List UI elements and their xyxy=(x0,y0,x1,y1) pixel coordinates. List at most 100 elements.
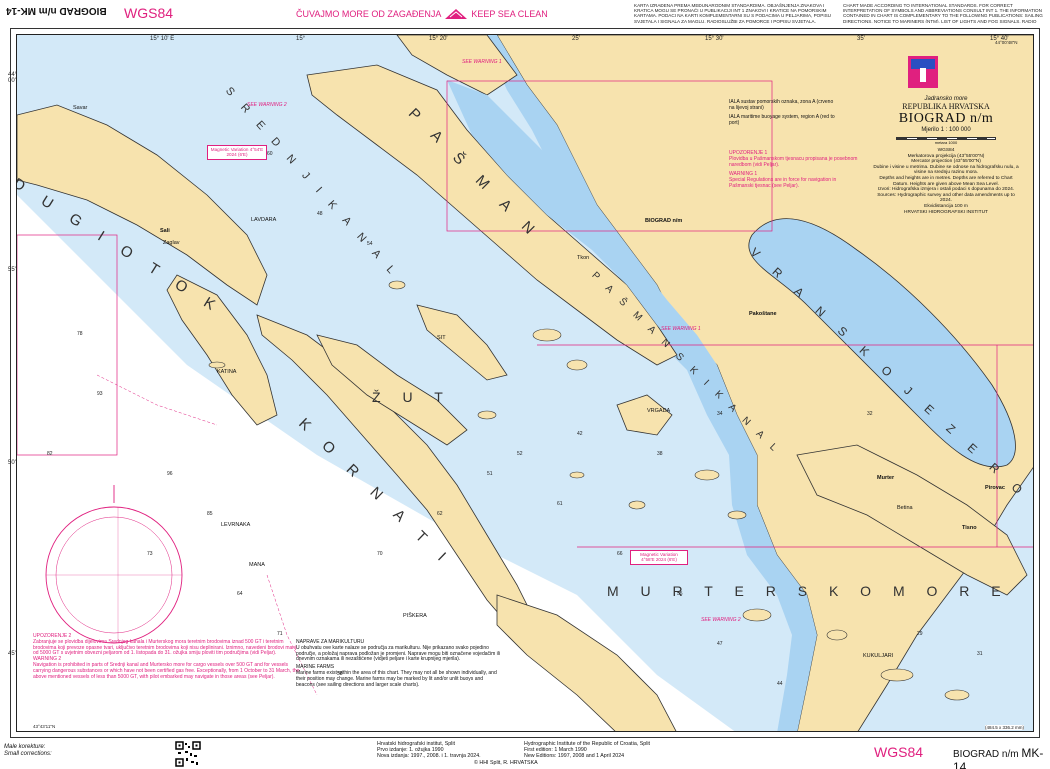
warning-1-text-hr: Plovidba u Pašmanskom tjesnacu propisana… xyxy=(729,156,858,168)
label-pakostane: Pakoštane xyxy=(749,311,777,317)
warning-2-text-en: Navigation is prohibited in parts of Sre… xyxy=(33,661,300,680)
label-biograd: BIOGRAD n/m xyxy=(645,218,683,224)
lat-label-3: 50' xyxy=(8,460,16,466)
svg-text:32: 32 xyxy=(867,411,873,417)
qr-code-icon[interactable] xyxy=(175,741,201,767)
svg-text:60: 60 xyxy=(267,151,273,157)
new-edition-en: New Editions: 1997, 2008 and 1 April 202… xyxy=(524,753,625,760)
info-line: Depths and heights are in metres. Depths… xyxy=(879,175,1013,187)
label-betina: Betina xyxy=(897,505,913,511)
lon-label-2: 15° xyxy=(296,36,306,42)
svg-text:73: 73 xyxy=(147,551,153,557)
iala-note: IALA sustav pomorskih oznaka, zona A (cr… xyxy=(729,99,839,126)
info-line: Izvori: Hidrografska izmjera i ostali po… xyxy=(877,187,1015,193)
keep-sea-clean-banner: ČUVAJMO MORE OD ZAGAĐENJA KEEP SEA CLEAN xyxy=(296,8,548,20)
label-pirovac: Pirovac xyxy=(985,485,1005,491)
clean-sea-hr: ČUVAJMO MORE OD ZAGAĐENJA xyxy=(296,9,442,19)
label-sali: Sali xyxy=(160,228,170,234)
label-katina: KATINA xyxy=(217,369,237,375)
footer-title: BIOGRAD n/m MK-14 xyxy=(953,746,1050,769)
label-kukuljari: KUKULJARI xyxy=(863,653,894,659)
label-zut: Ž U T xyxy=(372,389,452,405)
label-tkon: Tkon xyxy=(577,255,590,261)
magnetic-variation-north: Magnetic Variation 4°54'E 2024 (6'E) xyxy=(207,145,267,160)
top-margin: BIOGRAD n/m MK-14 WGS84 ČUVAJMO MORE OD … xyxy=(0,0,1050,24)
title-info: WGS84 Merkatorova projekcija (43°55'00"N… xyxy=(871,148,1021,215)
svg-text:62: 62 xyxy=(437,511,443,517)
info-line: Dubine i visine u metrima. Dubine se odn… xyxy=(873,164,1019,176)
notes-hr: KARTA IZRAĐENA PREMA MEĐUNARODNIM STANDA… xyxy=(634,3,831,23)
chart-code-rotated: BIOGRAD n/m MK-14 xyxy=(6,5,107,16)
iala-en: IALA maritime buoyage system, region A (… xyxy=(729,114,835,126)
svg-text:38: 38 xyxy=(657,451,663,457)
iala-hr: IALA sustav pomorskih oznaka, zona A (cr… xyxy=(729,99,834,111)
corrections-en: Small corrections: xyxy=(4,751,52,757)
lon-label-6: 35' xyxy=(857,36,865,42)
title-country: REPUBLIKA HRVATSKA xyxy=(902,102,990,111)
publisher-hr: Hrvatski hidrografski institut, Split Pr… xyxy=(377,741,481,760)
hhi-flag-icon xyxy=(908,56,938,88)
footer-chart-name: BIOGRAD n/m xyxy=(953,749,1019,760)
see-warning-2-label: SEE WARNING 2 xyxy=(247,102,287,108)
clean-sea-en: KEEP SEA CLEAN xyxy=(471,9,548,19)
svg-text:47: 47 xyxy=(717,641,723,647)
corrections-hr: Male korekture: xyxy=(4,744,46,750)
svg-text:42: 42 xyxy=(577,431,583,437)
svg-text:66: 66 xyxy=(617,551,623,557)
svg-text:44: 44 xyxy=(777,681,783,687)
svg-text:31: 31 xyxy=(977,651,983,657)
label-murter: Murter xyxy=(877,475,895,481)
new-edition-hr: Nova izdanja: 1997., 2008. i 1. travnja … xyxy=(377,753,481,760)
lon-label-5: 15° 30' xyxy=(705,36,724,42)
lat-label-1: 44° 00' xyxy=(8,72,18,84)
magnetic-variation-south: Magnetic Variation 4°58'E 2024 (6'E) xyxy=(630,550,688,565)
svg-text:34: 34 xyxy=(717,411,723,417)
hhi-logo-icon xyxy=(445,9,468,19)
label-murtersko-more: M U R T E R S K O M O R E xyxy=(607,583,1010,599)
label-lavdara: LAVDARA xyxy=(251,217,277,223)
corrections-block: Male korekture: Small corrections: xyxy=(4,744,52,758)
svg-text:51: 51 xyxy=(487,471,493,477)
see-warning-1-label: SEE WARNING 1 xyxy=(462,59,502,65)
see-warning-2-label-south: SEE WARNING 2 xyxy=(701,617,741,623)
farms-text-en: Marine farms exist within the area of th… xyxy=(296,669,497,688)
label-vrgada: VRGADA xyxy=(647,408,671,414)
label-mana: MANA xyxy=(249,562,265,568)
title-block: Jadransko more REPUBLIKA HRVATSKA BIOGRA… xyxy=(871,96,1021,145)
svg-text:82: 82 xyxy=(47,451,53,457)
label-sit: SIT xyxy=(437,335,446,341)
warning-1-box: UPOZORENJE 1 Plovidba u Pašmanskom tjesn… xyxy=(729,150,859,189)
datum-label-top: WGS84 xyxy=(124,5,174,21)
lon-label-1: 15° 10' E xyxy=(150,36,175,42)
info-line: HRVATSKI HIDROGRAFSKI INSTITUT xyxy=(904,209,988,215)
corner-ne-coord: 44°00'48"N xyxy=(995,40,1018,45)
notes-en: CHART MADE ACCORDING TO INTERNATIONAL ST… xyxy=(843,3,1043,23)
label-tisno: Tisno xyxy=(962,525,977,531)
svg-text:52: 52 xyxy=(517,451,523,457)
lat-label-5: 45' xyxy=(8,651,16,657)
svg-text:48: 48 xyxy=(317,211,323,217)
chart-title: BIOGRAD n/m xyxy=(898,111,994,126)
chart-scale: Mjerilo 1 : 100 000 xyxy=(921,127,971,133)
lat-label-2: 55' xyxy=(8,267,16,273)
warning-2-box: UPOZORENJE 2 Zabranjuje se plovidba dije… xyxy=(33,633,303,680)
svg-text:96: 96 xyxy=(167,471,173,477)
svg-text:64: 64 xyxy=(237,591,243,597)
svg-text:78: 78 xyxy=(77,331,83,337)
label-savar: Savar xyxy=(73,105,88,111)
svg-text:85: 85 xyxy=(207,511,213,517)
scale-bar-label: metara 1000 xyxy=(934,140,958,145)
svg-text:70: 70 xyxy=(377,551,383,557)
warning-1-text-en: Special Regulations are in force for nav… xyxy=(729,177,837,189)
farms-text-hr: U obuhvatu ove karte nalaze se područja … xyxy=(296,644,501,663)
publisher-en: Hydrographic Institute of the Republic o… xyxy=(524,741,650,760)
svg-text:29: 29 xyxy=(917,631,923,637)
label-piskera: PIŠKERA xyxy=(403,613,427,619)
label-zaglav: Zaglav xyxy=(163,240,180,246)
lon-label-3: 15° 20' xyxy=(429,36,448,42)
svg-text:93: 93 xyxy=(97,391,103,397)
svg-text:61: 61 xyxy=(557,501,563,507)
datum-label-bottom: WGS84 xyxy=(874,744,924,760)
marine-farms-note: NAPRAVE ZA MARIKULTURU U obuhvatu ove ka… xyxy=(296,639,501,688)
lon-label-4: 25' xyxy=(572,36,580,42)
